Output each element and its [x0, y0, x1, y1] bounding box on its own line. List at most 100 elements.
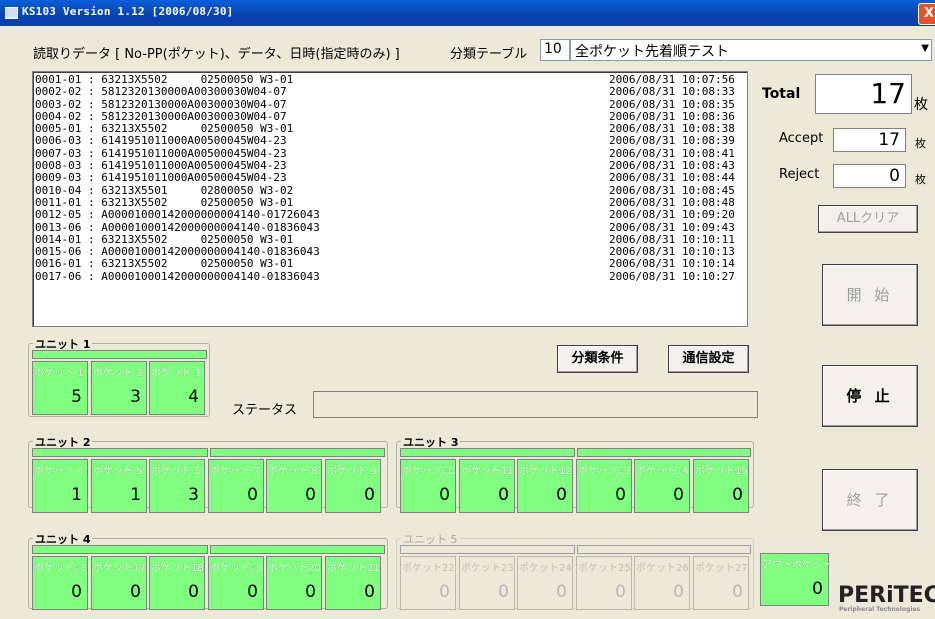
unit-2-bar-a — [32, 448, 208, 457]
status-label: ステータス — [232, 403, 298, 418]
pocket-name: ポケット24 — [519, 563, 572, 574]
unit-5-bar-a — [400, 545, 575, 554]
pocket-cell: ポケット13 0 — [576, 459, 632, 513]
log-data: 0017-06 : A00001000142000000004140-01836… — [35, 269, 320, 283]
reject-unit: 枚 — [915, 173, 926, 186]
log-row: 0016-01 : 63213X5502 02500050 W3-01 2006/… — [35, 257, 745, 271]
read-data-log[interactable]: 0001-01 : 63213X5502 02500050 W3-01 2006/… — [32, 71, 748, 327]
pocket-count: 0 — [305, 485, 316, 505]
pocket-count: 0 — [130, 582, 141, 602]
out-pocket-count: 0 — [812, 579, 823, 599]
pocket-name: ポケット 9 — [327, 466, 377, 477]
peritec-logo: PERiTEC Peripheral Technologies — [834, 583, 935, 615]
app-icon — [5, 7, 18, 19]
logo-sub: Peripheral Technologies — [839, 606, 921, 613]
pocket-name: ポケット22 — [402, 563, 455, 574]
status-field — [313, 391, 758, 418]
out-pocket-name: アウトポケット — [762, 560, 832, 571]
class-table-select[interactable]: 全ポケット先着順テスト ▼ — [570, 39, 932, 61]
pocket-cell: ポケット 2 3 — [91, 361, 147, 415]
pocket-count: 0 — [673, 582, 684, 602]
pocket-count: 0 — [188, 582, 199, 602]
log-timestamp: 2006/08/31 10:08:33 — [609, 85, 735, 99]
pocket-count: 0 — [556, 582, 567, 602]
log-row: 0013-06 : A00001000142000000004140-01836… — [35, 220, 745, 234]
unit-3-bar-a — [400, 448, 575, 457]
pocket-cell: ポケット 9 0 — [325, 459, 381, 513]
log-timestamp: 2006/08/31 10:10:14 — [609, 257, 735, 271]
pocket-name: ポケット13 — [578, 466, 631, 477]
pocket-name: ポケット 6 — [151, 466, 201, 477]
pocket-cell: ポケット 8 0 — [266, 459, 322, 513]
unit-5-bar-b — [577, 545, 751, 554]
pocket-name: ポケット14 — [636, 466, 689, 477]
pocket-cell: ポケット 3 4 — [149, 361, 205, 415]
pocket-count: 0 — [615, 582, 626, 602]
class-conditions-button[interactable]: 分類条件 — [557, 345, 638, 373]
window-title: KS103 Version 1.12 [2006/08/30] — [22, 5, 234, 18]
title-bar[interactable]: KS103 Version 1.12 [2006/08/30] X — [0, 0, 935, 26]
pocket-name: ポケット 3 — [151, 368, 201, 379]
pocket-name: ポケット 1 — [34, 368, 84, 379]
log-data: 0002-02 : 5812320130000A00300030W04-07 — [35, 85, 287, 99]
log-data: 0012-05 : A00001000142000000004140-01726… — [35, 208, 320, 222]
pocket-count: 0 — [364, 485, 375, 505]
pocket-count: 5 — [71, 387, 82, 407]
stop-button[interactable]: 停 止 — [822, 365, 918, 427]
logo-main: PERiTEC — [838, 583, 935, 608]
app-window: KS103 Version 1.12 [2006/08/30] X 読取りデータ… — [0, 0, 935, 619]
log-timestamp: 2006/08/31 10:08:44 — [609, 171, 735, 185]
class-table-number[interactable]: 10 — [540, 39, 570, 61]
close-button[interactable]: X — [918, 3, 935, 25]
pocket-name: ポケット26 — [636, 563, 689, 574]
pocket-name: ポケット 2 — [93, 368, 143, 379]
read-data-label: 読取りデータ [ No-PP(ポケット)、データ、日時(指定時のみ) ] — [33, 47, 400, 62]
pocket-name: ポケット 7 — [210, 466, 260, 477]
pocket-name: ポケット27 — [695, 563, 748, 574]
pocket-count: 0 — [305, 582, 316, 602]
pocket-name: ポケット11 — [461, 466, 514, 477]
out-pocket: アウトポケット 0 — [760, 553, 832, 606]
pocket-cell: ポケット19 0 — [208, 556, 264, 610]
log-row: 0012-05 : A00001000142000000004140-01726… — [35, 208, 745, 222]
pocket-name: ポケット 4 — [34, 466, 84, 477]
pocket-name: ポケット25 — [578, 563, 631, 574]
exit-button[interactable]: 終 了 — [822, 469, 918, 531]
pocket-count: 0 — [364, 582, 375, 602]
log-timestamp: 2006/08/31 10:08:39 — [609, 134, 735, 148]
total-count: 17 — [815, 74, 912, 114]
pocket-name: ポケット21 — [327, 563, 380, 574]
pocket-name: ポケット10 — [402, 466, 455, 477]
pocket-cell: ポケット24 0 — [517, 556, 573, 610]
chevron-down-icon[interactable]: ▼ — [921, 43, 929, 54]
accept-label: Accept — [779, 131, 824, 146]
pocket-count: 0 — [439, 582, 450, 602]
log-data: 0009-03 : 6141951011000A00500045W04-23 — [35, 171, 287, 185]
pocket-name: ポケット12 — [519, 466, 572, 477]
pocket-cell: ポケット10 0 — [400, 459, 456, 513]
pocket-cell: ポケット23 0 — [459, 556, 515, 610]
pocket-count: 3 — [130, 387, 141, 407]
pocket-name: ポケット15 — [695, 466, 748, 477]
all-clear-button[interactable]: ALLクリア — [818, 205, 918, 233]
log-data: 0016-01 : 63213X5502 02500050 W3-01 — [35, 257, 294, 271]
pocket-name: ポケット19 — [210, 563, 263, 574]
pocket-cell: ポケット 6 3 — [149, 459, 205, 513]
pocket-count: 0 — [71, 582, 82, 602]
unit-4-bar-a — [32, 545, 208, 554]
class-table-label: 分類テーブル — [450, 47, 528, 62]
pocket-count: 0 — [732, 485, 743, 505]
pocket-cell: ポケット12 0 — [517, 459, 573, 513]
pocket-count: 0 — [732, 582, 743, 602]
pocket-cell: ポケット16 0 — [32, 556, 88, 610]
pocket-name: ポケット20 — [268, 563, 321, 574]
log-data: 0013-06 : A00001000142000000004140-01836… — [35, 220, 320, 234]
pocket-cell: ポケット26 0 — [634, 556, 690, 610]
pocket-cell: ポケット14 0 — [634, 459, 690, 513]
unit-4-bar-b — [210, 545, 385, 554]
start-button[interactable]: 開 始 — [822, 264, 918, 326]
comm-settings-button[interactable]: 通信設定 — [668, 345, 749, 373]
pocket-cell: ポケット17 0 — [91, 556, 147, 610]
log-timestamp: 2006/08/31 10:10:27 — [609, 269, 735, 283]
accept-unit: 枚 — [915, 137, 926, 150]
